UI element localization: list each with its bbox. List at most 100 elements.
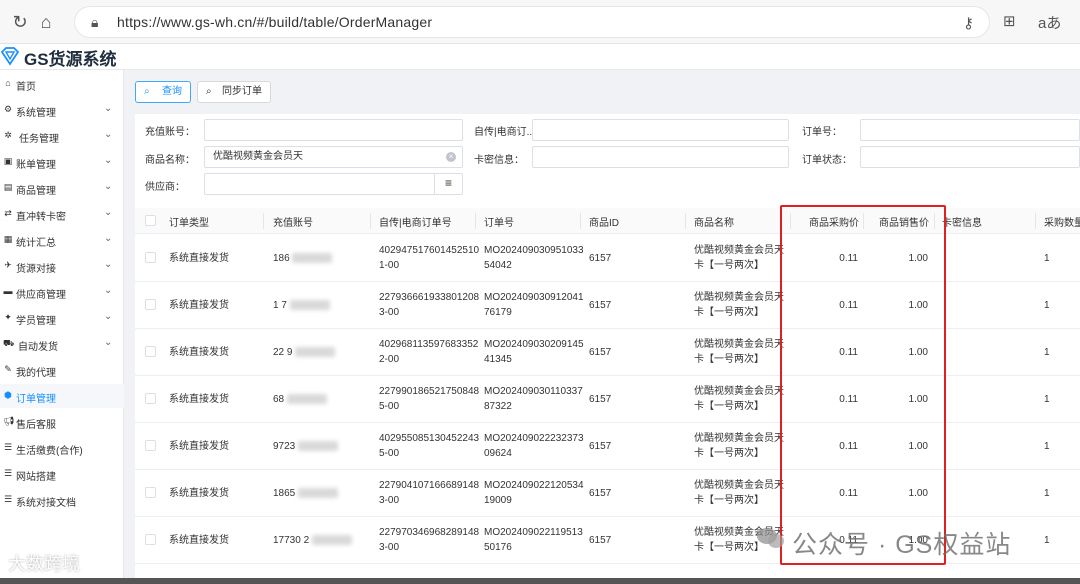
card-info-input[interactable]	[532, 146, 789, 168]
chevron-down-icon: ⌄	[104, 233, 113, 244]
col-product-id[interactable]: 商品ID	[589, 214, 619, 229]
sidebar-item-supplier[interactable]: ▬ 供应商管理 ⌄	[0, 280, 124, 304]
sidebar-item-students[interactable]: ✦ 学员管理 ⌄	[0, 306, 124, 330]
order-no-cell: MO202409030951033 54042	[484, 245, 584, 271]
sidebar-item-utilities[interactable]: ☰ 生活缴费(合作)	[0, 436, 124, 460]
sidebar-item-service[interactable]: 📢︎ 售后客服	[0, 410, 124, 434]
sidebar-item-agent[interactable]: ✎ 我的代理	[0, 358, 124, 382]
sidebar-item-orders[interactable]: ⬢ 订单管理	[0, 384, 124, 408]
app-title: GS货源系统	[24, 50, 117, 69]
order-icon: ⬢	[4, 390, 12, 400]
row-checkbox[interactable]	[145, 346, 156, 357]
chevron-down-icon: ⌄	[104, 207, 113, 218]
col-ecom-order[interactable]: 自传|电商订单号	[379, 214, 452, 229]
sidebar-item-label: 订单管理	[16, 394, 56, 405]
quantity-cell: 1	[1044, 441, 1050, 452]
order-no-cell: MO202409022120534 19009	[484, 480, 584, 506]
list-icon: ☰	[3, 494, 13, 504]
read-aloud-icon[interactable]: aあ	[1038, 12, 1061, 33]
sidebar-item-source[interactable]: ✈ 货源对接 ⌄	[0, 254, 124, 278]
col-product-name[interactable]: 商品名称	[694, 214, 734, 229]
ecom-order-cell: 227936661933801208 3-00	[379, 292, 480, 318]
col-order-no[interactable]: 订单号	[484, 214, 514, 229]
sidebar-item-bills[interactable]: ▣ 账单管理 ⌄	[0, 150, 124, 174]
ecom-order-cell: 227970346968289148 3-00	[379, 527, 480, 553]
convert-icon: ⇄	[4, 208, 12, 218]
stats-icon: ▦	[3, 234, 13, 244]
product-id-cell: 6157	[589, 253, 612, 264]
service-icon: 📢︎	[3, 416, 15, 426]
product-name-cell: 优酷视频黄金会员天 卡【一号两次】	[694, 245, 784, 271]
row-checkbox[interactable]	[145, 534, 156, 545]
browser-toolbar: ↻ ⌂ 🔒︎ https://www.gs-wh.cn/#/build/tabl…	[0, 0, 1080, 44]
product-name-cell: 优酷视频黄金会员天 卡【一号两次】	[694, 292, 784, 318]
row-checkbox[interactable]	[145, 299, 156, 310]
ecom-order-cell: 227904107166689148 3-00	[379, 480, 480, 506]
order-no-label: 订单号：	[802, 127, 842, 138]
sidebar-item-home[interactable]: ⌂ 首页	[0, 72, 124, 96]
sidebar-item-tasks[interactable]: ✲ 任务管理 ⌄	[0, 124, 124, 148]
product-name-label: 商品名称：	[145, 155, 195, 166]
order-type-cell: 系统直接发货	[169, 441, 229, 452]
sidebar-item-docs[interactable]: ☰ 系统对接文档	[0, 488, 124, 512]
agent-icon: ✎	[4, 364, 12, 374]
row-checkbox[interactable]	[145, 440, 156, 451]
row-checkbox[interactable]	[145, 487, 156, 498]
select-all-checkbox[interactable]	[145, 215, 156, 226]
query-button[interactable]: ⌕ 查询	[135, 81, 191, 103]
sidebar-item-goods[interactable]: ▤ 商品管理 ⌄	[0, 176, 124, 200]
sidebar-item-system[interactable]: ⚙ 系统管理 ⌄	[0, 98, 124, 122]
col-card-info[interactable]: 卡密信息	[942, 214, 982, 229]
product-id-cell: 6157	[589, 441, 612, 452]
sidebar-item-auto-ship[interactable]: ⛟ 自动发货 ⌄	[0, 332, 124, 356]
supplier-input[interactable]: ≡	[204, 173, 463, 195]
tasks-icon: ✲	[4, 130, 12, 140]
sidebar-item-label: 供应商管理	[16, 290, 66, 301]
row-checkbox[interactable]	[145, 252, 156, 263]
refresh-icon[interactable]: ↻	[8, 10, 32, 34]
sidebar-item-convert[interactable]: ⇄ 直冲转卡密 ⌄	[0, 202, 124, 226]
order-no-input[interactable]	[860, 119, 1080, 141]
redacted-mask	[292, 253, 333, 264]
redacted-mask	[289, 300, 330, 311]
order-type-cell: 系统直接发货	[169, 535, 229, 546]
redacted-mask	[311, 535, 352, 546]
order-type-cell: 系统直接发货	[169, 347, 229, 358]
toolbar: ⌕ 查询 ⌕ 同步订单	[125, 70, 1080, 114]
recharge-account-input[interactable]	[204, 119, 463, 141]
home-icon[interactable]: ⌂	[34, 10, 58, 34]
sidebar-item-label: 账单管理	[16, 160, 56, 171]
sidebar-item-website[interactable]: ☰ 网站搭建	[0, 462, 124, 486]
clear-icon[interactable]: ×	[446, 152, 456, 162]
order-type-cell: 系统直接发货	[169, 394, 229, 405]
horizontal-scrollbar[interactable]	[0, 578, 1080, 584]
car-icon: ⛟	[3, 338, 15, 348]
quantity-cell: 1	[1044, 253, 1050, 264]
row-checkbox[interactable]	[145, 393, 156, 404]
order-status-select[interactable]	[860, 146, 1080, 168]
quantity-cell: 1	[1044, 347, 1050, 358]
sidebar-item-label: 统计汇总	[16, 238, 56, 249]
extensions-icon[interactable]: ⊞	[1003, 12, 1016, 30]
sidebar-item-label: 售后客服	[16, 420, 56, 431]
sidebar-item-label: 生活缴费(合作)	[16, 446, 83, 457]
supplier-picker-icon[interactable]: ≡	[434, 174, 462, 194]
address-bar[interactable]: 🔒︎ https://www.gs-wh.cn/#/build/table/Or…	[74, 6, 990, 38]
col-recharge-account[interactable]: 充值账号	[273, 214, 313, 229]
sidebar-item-stats[interactable]: ▦ 统计汇总 ⌄	[0, 228, 124, 252]
order-type-cell: 系统直接发货	[169, 488, 229, 499]
list-icon: ☰	[3, 442, 13, 452]
ecom-order-input[interactable]	[532, 119, 789, 141]
url-text[interactable]: https://www.gs-wh.cn/#/build/table/Order…	[117, 14, 432, 30]
chevron-down-icon: ⌄	[104, 311, 113, 322]
ecom-order-cell: 227990186521750848 5-00	[379, 386, 480, 412]
corner-watermark: 大数跨境	[8, 554, 80, 574]
col-order-type[interactable]: 订单类型	[169, 214, 209, 229]
highlight-box	[780, 205, 946, 565]
col-quantity[interactable]: 采购数量	[1044, 214, 1080, 229]
sidebar-item-label: 商品管理	[16, 186, 56, 197]
key-icon[interactable]: ⚷	[963, 14, 974, 32]
sync-orders-button[interactable]: ⌕ 同步订单	[197, 81, 271, 103]
recharge-account-cell: 17730 2	[273, 533, 352, 548]
product-name-input[interactable]: 优酷视频黄金会员天 ×	[204, 146, 463, 168]
